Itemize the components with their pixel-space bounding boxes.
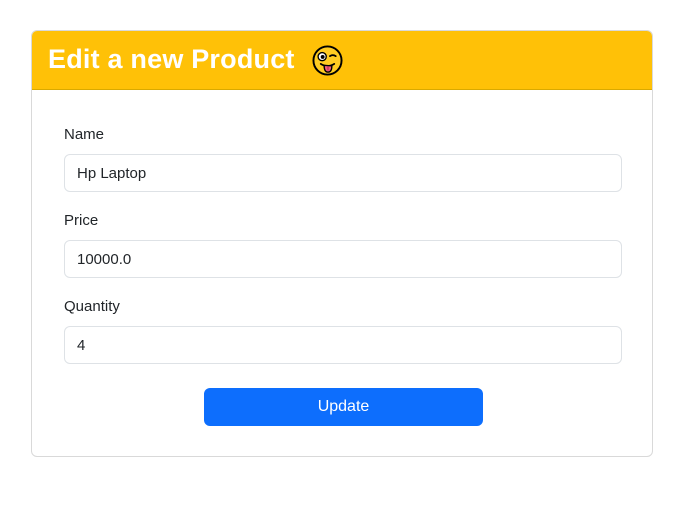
edit-product-card: Edit a new Product Name Hp Laptop Price … — [31, 30, 653, 457]
price-label: Price — [64, 212, 99, 229]
price-input[interactable] — [64, 240, 622, 278]
card-header: Edit a new Product — [32, 31, 652, 90]
name-label: Name — [64, 126, 105, 143]
winking-face-with-tongue-icon — [312, 45, 343, 76]
update-button[interactable]: Update — [204, 388, 483, 426]
quantity-input[interactable] — [64, 326, 622, 364]
name-input[interactable] — [64, 154, 622, 192]
quantity-label: Quantity — [64, 298, 120, 315]
page-title: Edit a new Product — [48, 44, 343, 76]
page-title-text: Edit a new Product — [48, 43, 295, 74]
